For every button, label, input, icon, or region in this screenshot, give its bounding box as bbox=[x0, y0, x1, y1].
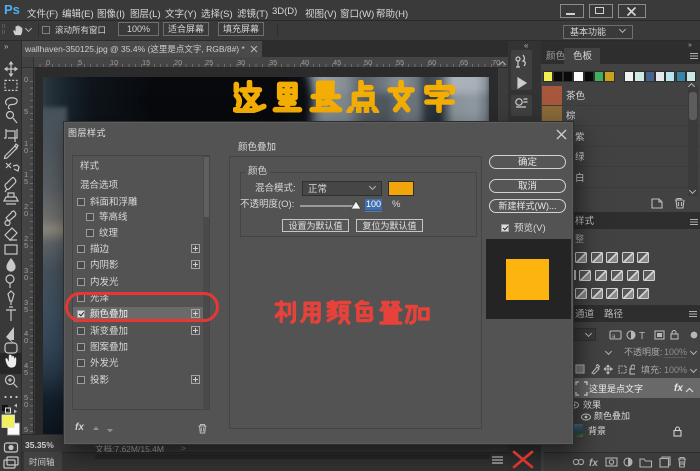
svg-text:T: T bbox=[639, 331, 645, 341]
svg-text:fx: fx bbox=[589, 458, 598, 468]
